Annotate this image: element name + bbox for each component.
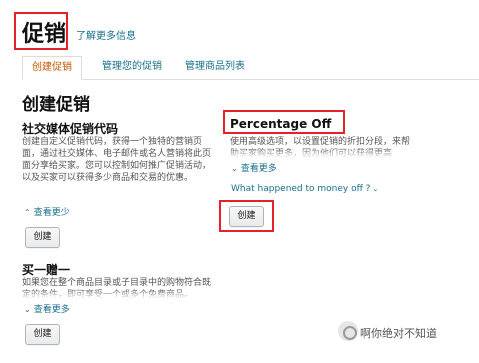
money-off-faq-link[interactable]: What happened to money off ? ⌄ xyxy=(231,184,378,194)
chevron-down-icon: ⌄ xyxy=(24,305,31,314)
social-create-button[interactable]: 创建 xyxy=(25,227,60,248)
chevron-up-icon: ⌃ xyxy=(24,208,31,217)
tab-manage-listings[interactable]: 管理商品列表 xyxy=(185,56,245,79)
see-more-label: 查看更多 xyxy=(33,305,70,315)
tab-create-promotion[interactable]: 创建促销 xyxy=(22,56,82,80)
tab-bar: 创建促销 管理您的促销 管理商品列表 xyxy=(22,56,479,80)
chevron-down-icon: ⌄ xyxy=(231,164,238,173)
learn-more-link[interactable]: 了解更多信息 xyxy=(76,27,136,42)
chevron-down-icon: ⌄ xyxy=(372,185,379,193)
bogo-see-more-toggle[interactable]: ⌄ 查看更多 xyxy=(24,302,70,315)
highlight-box-percentage xyxy=(223,110,345,134)
bogo-card-title: 买一赠一 xyxy=(22,263,71,277)
highlight-box-create-button xyxy=(219,200,274,232)
bogo-create-button[interactable]: 创建 xyxy=(25,324,60,345)
percentage-see-more-toggle[interactable]: ⌄ 查看更多 xyxy=(231,161,277,174)
bogo-card-description: 如果您在整个商品目录或子目录中的购物符合既定的条件，即可享受一个或多个免费商品。 xyxy=(22,277,214,299)
watermark-text: 啊你绝对不知道 xyxy=(360,327,437,340)
percentage-card-description: 使用高级选项，以设置促销的折扣分段，来帮助买家购买更多，因为他们可以获得更高 xyxy=(230,136,418,158)
social-see-less-toggle[interactable]: ⌃ 查看更少 xyxy=(24,205,70,218)
section-title: 创建促销 xyxy=(22,95,90,115)
money-off-faq-label: What happened to money off ? xyxy=(231,184,371,194)
see-more-label: 查看更多 xyxy=(240,164,277,174)
see-less-label: 查看更少 xyxy=(33,208,70,218)
highlight-box-title xyxy=(14,12,68,50)
tab-manage-promotions[interactable]: 管理您的促销 xyxy=(102,56,162,79)
social-card-title: 社交媒体促销代码 xyxy=(22,122,119,136)
wechat-logo-icon xyxy=(338,321,358,341)
social-card-description: 创建自定义促销代码，获得一个独特的营销页面，通过社交媒体、电子邮件或名人营销将此… xyxy=(22,137,212,183)
